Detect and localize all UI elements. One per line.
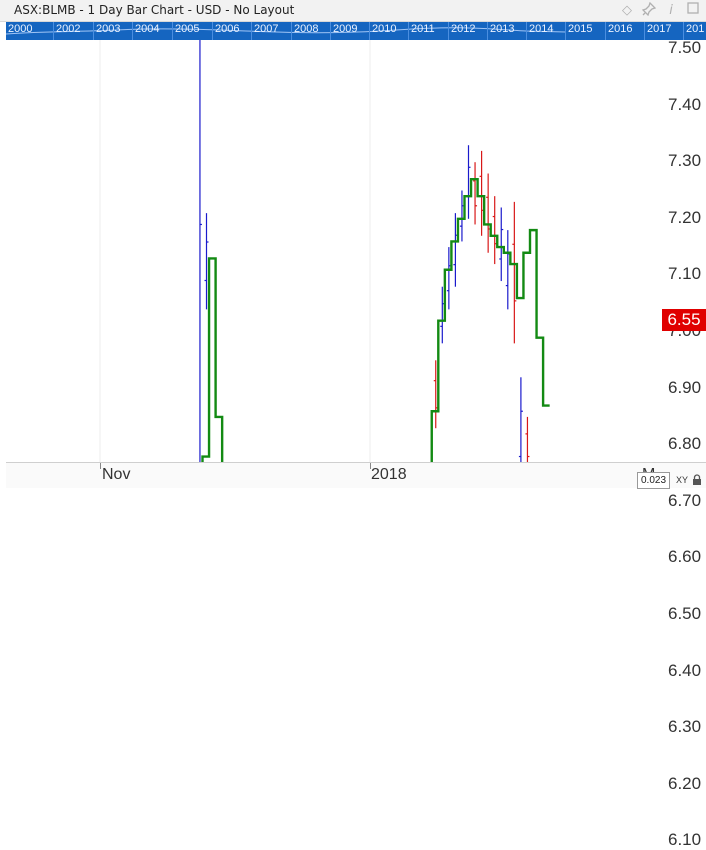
price-axis-label: 6.80	[668, 434, 702, 454]
navigator-year-2007: 2007	[254, 23, 279, 35]
moving-average-line	[201, 177, 550, 462]
price-axis-label: 6.20	[668, 773, 702, 793]
ohlc-bar	[518, 377, 523, 462]
navigator-year-divider	[251, 22, 252, 40]
navigator-year-2017: 2017	[647, 23, 672, 35]
titlebar-icons: ◇ i	[618, 1, 702, 20]
x-axis-label-2018: 2018	[371, 466, 407, 483]
xy-toggle-button[interactable]: XY	[673, 472, 691, 488]
x-axis-label-nov: Nov	[102, 466, 131, 483]
timeline-navigator[interactable]: 2000 2002 2003 2004 2005 2006 2007 2008 2009 2010…	[6, 22, 706, 40]
navigator-year-divider	[605, 22, 606, 40]
ohlc-bar	[492, 196, 497, 265]
navigator-year-2011: 2011	[411, 23, 435, 35]
price-axis-label: 7.20	[668, 207, 702, 227]
price-axis-label: 6.90	[668, 377, 702, 397]
navigator-year-2016: 2016	[608, 23, 633, 35]
navigator-year-divider	[93, 22, 94, 40]
time-axis[interactable]: Nov 2018 M	[6, 462, 706, 488]
price-axis-label: 6.70	[668, 490, 702, 510]
window-title: ASX:BLMB - 1 Day Bar Chart - USD - No La…	[14, 3, 295, 17]
price-chart[interactable]	[6, 40, 662, 462]
navigator-year-divider	[172, 22, 173, 40]
ohlc-bar	[525, 416, 530, 462]
navigator-year-2009: 2009	[333, 23, 358, 35]
navigator-year-2004: 2004	[135, 23, 160, 35]
navigator-year-2010: 2010	[372, 23, 397, 35]
window-titlebar: ASX:BLMB - 1 Day Bar Chart - USD - No La…	[0, 0, 706, 22]
navigator-year-divider	[487, 22, 488, 40]
ohlc-bar	[499, 207, 504, 282]
navigator-year-divider	[330, 22, 331, 40]
maximize-icon[interactable]	[684, 2, 702, 20]
ohlc-bar	[505, 230, 510, 310]
last-price-label: 6.55	[662, 309, 706, 331]
navigator-year-2000: 2000	[8, 23, 33, 35]
navigator-years: 2000 2002 2003 2004 2005 2006 2007 2008 2009 2010…	[6, 22, 706, 40]
navigator-year-2006: 2006	[215, 23, 240, 35]
navigator-year-divider	[526, 22, 527, 40]
ohlc-bars	[199, 40, 530, 462]
italic-info-icon[interactable]: i	[662, 2, 680, 20]
navigator-year-divider	[448, 22, 449, 40]
navigator-year-2008: 2008	[294, 23, 319, 35]
diamond-icon[interactable]: ◇	[618, 2, 636, 20]
price-axis-label: 6.50	[668, 604, 702, 623]
vertical-gridlines	[99, 40, 371, 462]
ohlc-bar	[199, 40, 202, 462]
navigator-year-2014: 2014	[529, 23, 554, 35]
price-axis-label: 7.10	[668, 264, 702, 284]
price-axis-label: 7.40	[668, 94, 702, 114]
price-axis-label: 7.30	[668, 151, 702, 171]
navigator-year-divider	[565, 22, 566, 40]
price-axis-label: 7.50	[668, 38, 702, 57]
navigator-year-divider	[369, 22, 370, 40]
navigator-year-2002: 2002	[56, 23, 81, 35]
navigator-year-2012: 2012	[451, 23, 476, 35]
time-axis-tick	[100, 463, 101, 469]
price-axis-label: 6.40	[668, 660, 702, 680]
navigator-year-divider	[291, 22, 292, 40]
lock-icon[interactable]	[691, 474, 703, 486]
navigator-year-divider	[132, 22, 133, 40]
navigator-year-divider	[408, 22, 409, 40]
navigator-year-201: 201	[686, 23, 705, 35]
navigator-year-2013: 2013	[490, 23, 515, 35]
navigator-year-divider	[644, 22, 645, 40]
price-axis-label: 6.30	[668, 717, 702, 737]
navigator-year-2003: 2003	[96, 23, 121, 35]
pin-icon[interactable]	[640, 1, 658, 20]
price-axis-label: 6.10	[668, 830, 702, 850]
zoom-level-field[interactable]: 0.023	[637, 472, 671, 489]
price-axis-label: 6.60	[668, 547, 702, 567]
navigator-year-divider	[212, 22, 213, 40]
navigator-year-2015: 2015	[568, 23, 593, 35]
ohlc-bar	[486, 173, 491, 253]
navigator-year-2005: 2005	[175, 23, 200, 35]
navigator-year-divider	[53, 22, 54, 40]
